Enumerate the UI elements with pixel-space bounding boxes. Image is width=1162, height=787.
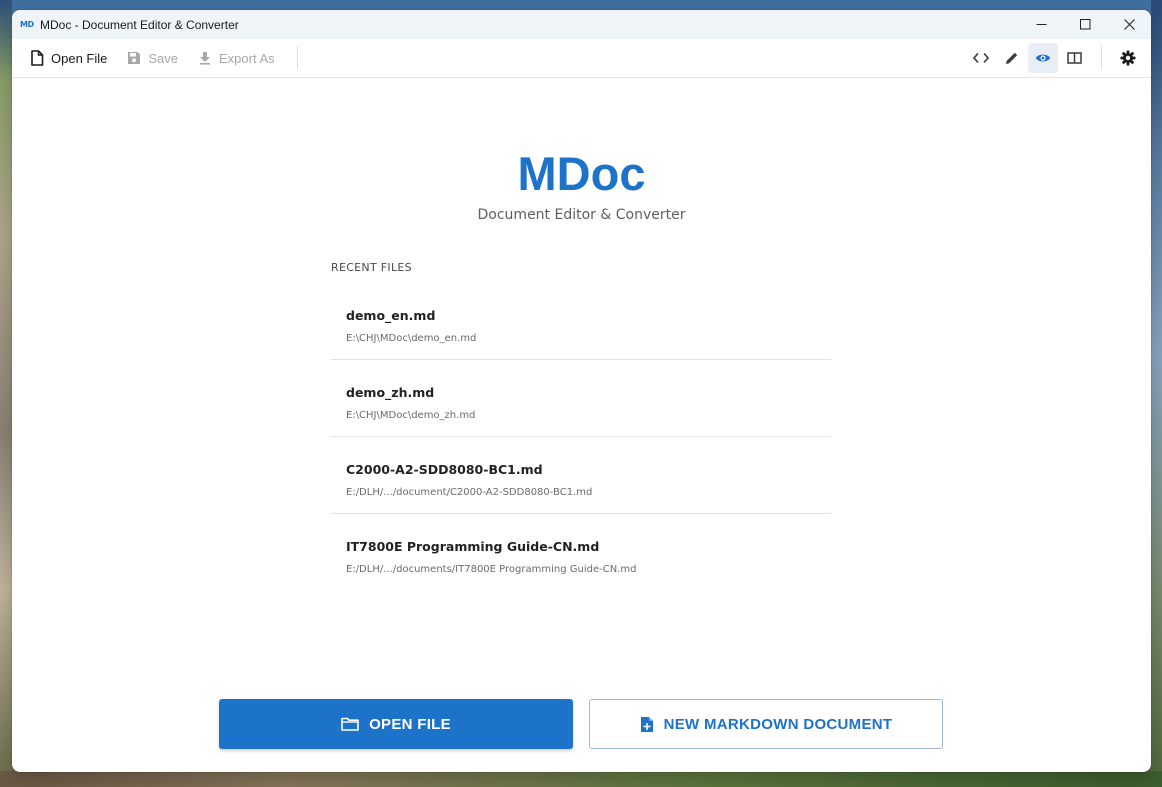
close-icon	[1123, 19, 1135, 30]
main-toolbar: Open File Save Export As	[12, 39, 1151, 78]
recent-file-item[interactable]: IT7800E Programming Guide-CN.md E:/DLH/.…	[331, 514, 831, 591]
recent-file-item[interactable]: C2000-A2-SDD8080-BC1.md E:/DLH/.../docum…	[331, 437, 831, 514]
pencil-icon	[1006, 52, 1018, 64]
open-file-main-label: OPEN FILE	[369, 715, 451, 733]
eye-icon	[1035, 54, 1051, 62]
desktop-wallpaper-bottom	[0, 771, 1162, 787]
code-icon	[973, 52, 989, 64]
app-logo: MD	[20, 20, 34, 29]
toolbar-divider	[296, 46, 298, 70]
close-button[interactable]	[1107, 10, 1151, 39]
recent-file-path: E:/DLH/.../documents/IT7800E Programming…	[346, 564, 637, 575]
open-file-label: Open File	[51, 50, 108, 66]
open-file-button[interactable]: Open File	[20, 43, 117, 73]
export-as-label: Export As	[219, 50, 275, 66]
new-markdown-label: NEW MARKDOWN DOCUMENT	[663, 715, 893, 733]
new-markdown-button[interactable]: NEW MARKDOWN DOCUMENT	[589, 699, 943, 749]
minimize-icon	[1036, 24, 1046, 25]
window-title: MDoc - Document Editor & Converter	[40, 17, 239, 32]
view-mode-group	[965, 43, 1143, 73]
welcome-actions: OPEN FILE NEW MARKDOWN DOCUMENT	[219, 699, 943, 749]
toolbar-divider	[1101, 46, 1102, 70]
recent-file-name: C2000-A2-SDD8080-BC1.md	[346, 462, 543, 477]
split-view-icon	[1066, 52, 1082, 64]
download-icon	[200, 52, 211, 65]
app-window: MD MDoc - Document Editor & Converter Op…	[12, 10, 1151, 772]
maximize-button[interactable]	[1063, 10, 1107, 39]
export-as-button[interactable]: Export As	[188, 43, 285, 73]
source-view-button[interactable]	[966, 43, 996, 73]
folder-icon	[341, 717, 359, 731]
recent-file-name: demo_en.md	[346, 308, 436, 323]
edit-view-button[interactable]	[997, 43, 1027, 73]
app-name-heading: MDoc	[517, 147, 646, 200]
save-button[interactable]: Save	[117, 43, 188, 73]
maximize-icon	[1079, 19, 1090, 30]
save-label: Save	[148, 50, 179, 66]
open-file-main-button[interactable]: OPEN FILE	[219, 699, 573, 749]
window-controls	[1019, 10, 1151, 39]
recent-file-path: E:\CHJ\MDoc\demo_en.md	[346, 333, 477, 344]
recent-files-heading: RECENT FILES	[331, 261, 412, 274]
recent-file-name: IT7800E Programming Guide-CN.md	[346, 539, 600, 554]
new-document-icon	[640, 716, 653, 732]
app-subtitle: Document Editor & Converter	[477, 207, 686, 223]
split-view-button[interactable]	[1059, 43, 1089, 73]
desktop-wallpaper-left	[0, 0, 12, 787]
recent-file-item[interactable]: demo_en.md E:\CHJ\MDoc\demo_en.md	[331, 283, 831, 360]
recent-files-section: RECENT FILES demo_en.md E:\CHJ\MDoc\demo…	[331, 261, 831, 591]
gear-icon	[1120, 50, 1136, 66]
recent-file-path: E:/DLH/.../document/C2000-A2-SDD8080-BC1…	[346, 487, 593, 498]
recent-file-item[interactable]: demo_zh.md E:\CHJ\MDoc\demo_zh.md	[331, 360, 831, 437]
settings-button[interactable]	[1113, 43, 1143, 73]
recent-file-name: demo_zh.md	[346, 385, 435, 400]
recent-file-path: E:\CHJ\MDoc\demo_zh.md	[346, 410, 476, 421]
save-icon	[128, 52, 141, 64]
preview-view-button[interactable]	[1028, 43, 1058, 73]
desktop-wallpaper-right	[1151, 0, 1162, 787]
welcome-screen: MDoc Document Editor & Converter RECENT …	[12, 78, 1151, 772]
title-bar[interactable]: MD MDoc - Document Editor & Converter	[12, 10, 1151, 39]
file-icon	[31, 50, 44, 66]
minimize-button[interactable]	[1019, 10, 1063, 39]
